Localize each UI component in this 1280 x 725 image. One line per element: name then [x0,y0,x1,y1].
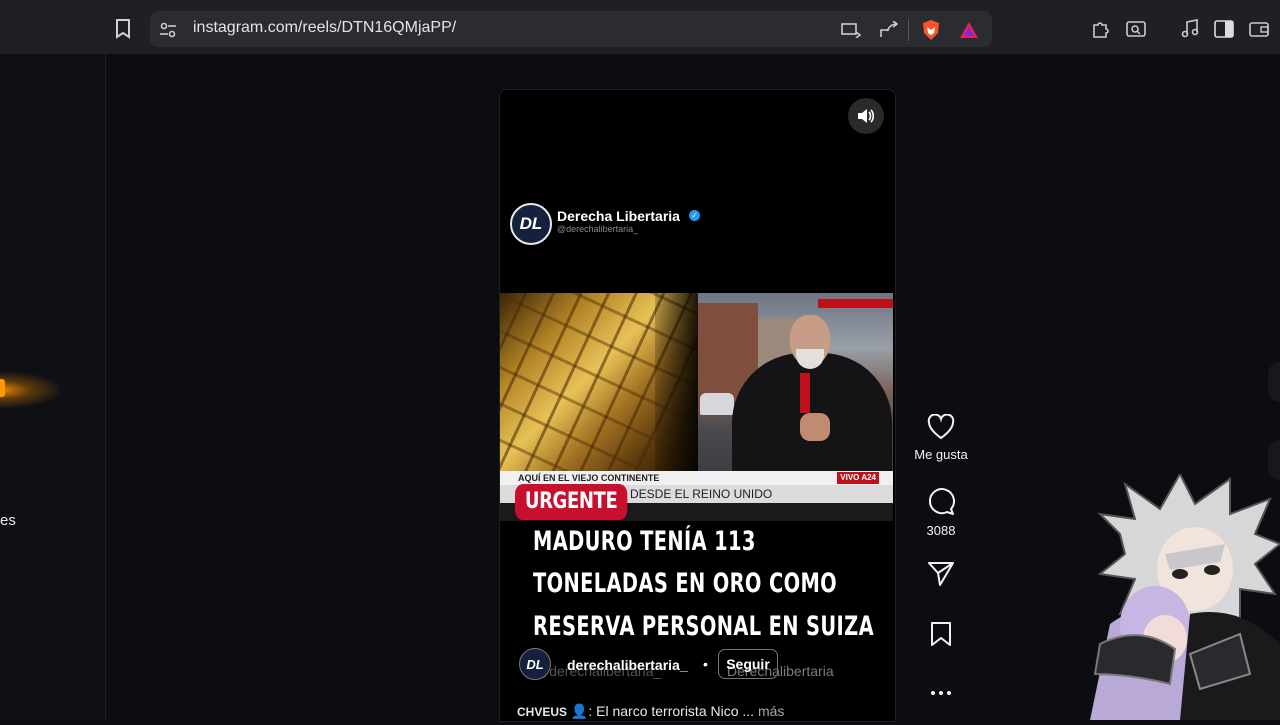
gold-shadow [655,293,698,475]
nav-item-label-partial[interactable]: es [0,512,16,529]
reporter-hand [800,413,830,441]
like-label: Me gusta [914,447,968,462]
headline-line-1: MADURO TENÍA 113 [533,526,756,557]
save-icon [931,622,951,646]
comment-count: 3088 [926,523,956,538]
caption-more-link[interactable]: más [758,703,784,719]
volume-button[interactable] [848,98,884,134]
url-text[interactable]: instagram.com/reels/DTN16QMjaPP/ [193,19,456,37]
channel-name: Derecha Libertaria [557,208,680,224]
channel-bug [818,299,893,308]
heart-icon [927,413,955,440]
verified-badge-icon: ✓ [689,210,700,221]
channel-logo: DL [510,203,552,245]
media-controls-icon[interactable] [1179,18,1201,40]
more-icon [931,691,951,695]
anime-character-overlay [1080,471,1280,720]
car-image [700,393,734,415]
live-badge: VIVO A24 [837,472,879,484]
share-icon[interactable] [878,19,900,41]
install-app-icon[interactable] [840,19,862,41]
comment-action[interactable]: 3088 [905,488,977,538]
brave-rewards-icon[interactable] [958,19,980,41]
speaker-icon [858,109,875,123]
wallet-icon[interactable] [1248,18,1270,40]
site-settings-icon[interactable] [158,20,178,40]
headline-line-2: TONELADAS EN ORO COMO [533,568,838,599]
next-reel-button[interactable] [1268,362,1280,402]
person-icon: 👤 [570,703,589,719]
reel-caption[interactable]: CHVEUS 👤: El narco terrorista Nico ... m… [517,703,784,720]
extensions-icon[interactable] [1090,18,1112,40]
author-username[interactable]: derechalibertaria_ [567,657,688,673]
brave-shield-icon[interactable] [920,18,942,42]
share-action[interactable] [905,561,977,592]
save-action[interactable] [905,621,977,652]
like-action[interactable]: Me gusta [905,413,977,462]
news-ticker-top: AQUÍ EN EL VIEJO CONTINENTE [500,471,893,485]
caption-username[interactable]: CHVEUS [517,705,567,719]
tab-search-icon[interactable] [1125,18,1147,40]
headline-line-3: RESERVA PERSONAL EN SUIZA [533,611,875,642]
more-options[interactable] [905,684,977,705]
bookmark-icon[interactable] [112,18,134,40]
separator-dot: • [703,656,708,672]
channel-handle: @derechalibertaria_ [557,224,639,234]
active-nav-item[interactable] [0,379,5,397]
caption-text: : El narco terrorista Nico ... [588,703,755,719]
follow-button[interactable]: Seguir [718,649,778,679]
send-icon [928,562,954,586]
comment-icon [929,488,955,515]
microphone-icon [800,373,810,413]
urgent-badge: URGENTE [515,484,628,520]
active-nav-glow [0,372,60,408]
author-avatar[interactable]: DL [519,648,551,680]
sidebar-icon[interactable] [1213,18,1235,40]
toolbar-divider [908,19,909,41]
